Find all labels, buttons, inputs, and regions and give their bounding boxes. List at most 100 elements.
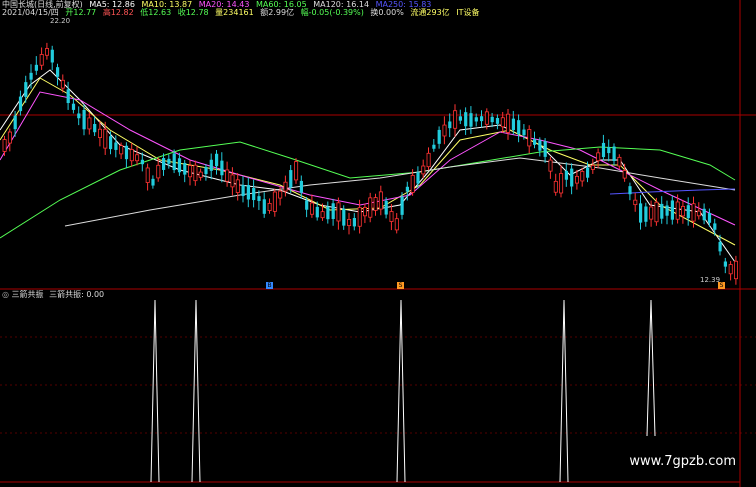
- candle-body: [252, 188, 256, 201]
- sell-marker: S: [397, 282, 404, 289]
- candle-body: [230, 174, 235, 188]
- candle-body: [294, 161, 299, 181]
- candle-body: [675, 201, 680, 220]
- candle-body: [140, 159, 144, 165]
- candle-body: [596, 152, 601, 162]
- ma60-line: [0, 141, 736, 239]
- candle-body: [495, 118, 500, 124]
- close-label: 收12.78: [177, 8, 209, 17]
- indicator-value: 三箭共振: 0.00: [49, 290, 105, 299]
- signal-spike: [191, 299, 201, 483]
- candle-body: [607, 146, 611, 154]
- open-label: 开12.77: [65, 8, 97, 17]
- candle-body: [628, 186, 632, 195]
- candle-body: [400, 196, 404, 215]
- candle-body: [129, 149, 134, 162]
- candle-body: [681, 205, 686, 217]
- candle-body: [469, 113, 473, 127]
- candle-body: [177, 158, 182, 173]
- candle-body: [246, 185, 250, 200]
- candle-body: [464, 112, 468, 127]
- candle-body: [665, 205, 669, 216]
- candle-body: [543, 141, 547, 157]
- candle-body: [29, 72, 33, 80]
- candle-body: [13, 115, 17, 130]
- candle-body: [331, 203, 335, 219]
- candle-body: [315, 206, 319, 218]
- candle-body: [649, 206, 654, 220]
- candle-body: [633, 199, 638, 206]
- candle-body: [309, 202, 314, 215]
- candle-body: [24, 82, 28, 97]
- info-line: 2021/04/15/四 开12.77 高12.82 低12.63 收12.78…: [2, 8, 483, 17]
- candle-body: [352, 217, 356, 227]
- candle-body: [135, 154, 140, 162]
- candle-body: [305, 200, 309, 210]
- candle-body: [654, 201, 659, 223]
- candle-body: [490, 116, 494, 123]
- candle-body: [209, 159, 213, 171]
- candle-body: [622, 170, 627, 179]
- candle-body: [347, 219, 352, 226]
- candle-body: [167, 158, 171, 164]
- low-label: 低12.63: [140, 8, 172, 17]
- candle-body: [103, 128, 108, 149]
- candle-body: [500, 117, 505, 128]
- candle-body: [373, 197, 378, 211]
- ma10-line: [0, 77, 736, 246]
- candle-body: [2, 139, 7, 152]
- candle-body: [241, 184, 245, 197]
- candle-body: [384, 200, 388, 215]
- indicator-header: ◎ 三箭共振 三箭共振: 0.00: [2, 290, 104, 299]
- candle-body: [220, 160, 224, 176]
- candle-body: [702, 208, 706, 221]
- candle-body: [416, 172, 420, 184]
- candle-body: [114, 142, 118, 150]
- candle-body: [77, 113, 81, 119]
- date-label: 2021/04/15/四: [2, 8, 59, 17]
- candle-body: [336, 202, 341, 222]
- candle-body: [162, 158, 166, 170]
- candle-body: [564, 170, 568, 180]
- candle-body: [559, 173, 564, 194]
- candle-body: [172, 153, 176, 171]
- amount-label: 额2.99亿: [260, 8, 295, 17]
- candle-body: [193, 164, 198, 182]
- candle-body: [7, 131, 12, 144]
- candle-body: [522, 129, 526, 136]
- candle-body: [98, 128, 103, 138]
- candle-body: [82, 110, 86, 130]
- candle-body: [612, 146, 616, 161]
- candle-body: [696, 210, 701, 217]
- candle-body: [723, 261, 727, 267]
- candle-body: [570, 168, 574, 187]
- candle-body: [644, 206, 648, 222]
- candle-body: [389, 211, 394, 222]
- candle-body: [60, 79, 65, 89]
- signal-spike: [150, 299, 160, 483]
- candle-body: [617, 156, 622, 167]
- candle-body: [18, 96, 23, 112]
- candle-body: [511, 118, 515, 131]
- indicator-icon[interactable]: ◎: [2, 290, 9, 299]
- candle-body: [713, 223, 717, 230]
- candle-body: [215, 153, 219, 167]
- candle-body: [575, 175, 580, 184]
- candle-body: [533, 139, 537, 145]
- candle-body: [299, 180, 303, 193]
- signal-spike: [646, 299, 656, 437]
- candle-body: [225, 169, 230, 182]
- candle-body: [586, 167, 590, 178]
- candle-body: [728, 264, 733, 275]
- candle-body: [151, 178, 155, 186]
- candle-body: [204, 167, 208, 175]
- candle-body: [426, 152, 431, 168]
- indicator-name[interactable]: 三箭共振: [12, 290, 44, 299]
- candle-body: [278, 190, 283, 199]
- signal-spike: [559, 299, 569, 483]
- candle-body: [410, 174, 415, 193]
- candle-body: [506, 113, 511, 133]
- candle-body: [707, 213, 712, 223]
- candle-body: [283, 181, 288, 192]
- candles: [2, 42, 739, 285]
